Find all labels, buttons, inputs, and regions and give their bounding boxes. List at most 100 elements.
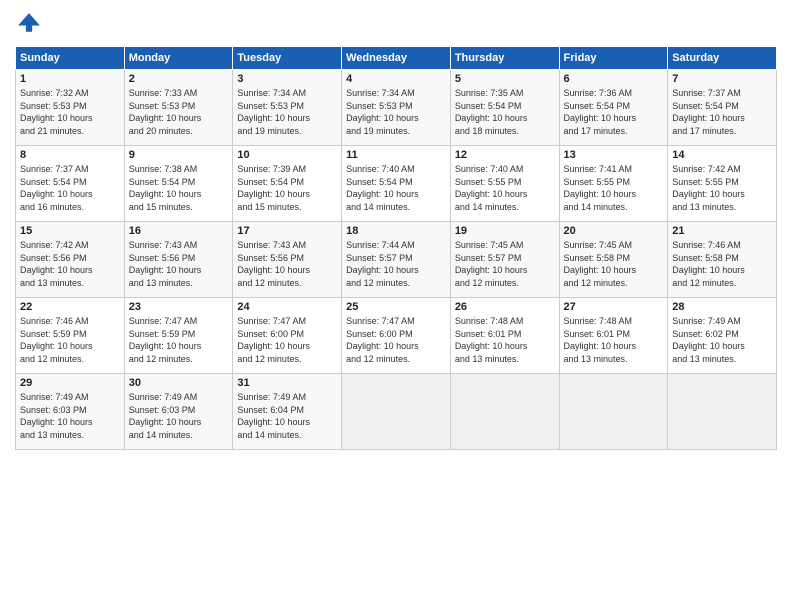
cell-info: Sunrise: 7:48 AM Sunset: 6:01 PM Dayligh… (455, 315, 555, 365)
cell-info: Sunrise: 7:43 AM Sunset: 5:56 PM Dayligh… (237, 239, 337, 289)
calendar-cell: 20 Sunrise: 7:45 AM Sunset: 5:58 PM Dayli… (559, 222, 668, 298)
day-header-thursday: Thursday (450, 47, 559, 70)
calendar-cell: 22Sunrise: 7:46 AM Sunset: 5:59 PM Dayli… (16, 298, 125, 374)
cell-day-number: 27 (564, 301, 664, 313)
day-header-monday: Monday (124, 47, 233, 70)
cell-info: Sunrise: 7:34 AM Sunset: 5:53 PM Dayligh… (237, 87, 337, 137)
calendar-cell (559, 374, 668, 450)
cell-info: Sunrise: 7:49 AM Sunset: 6:04 PM Dayligh… (237, 391, 337, 441)
calendar-week-row: 8Sunrise: 7:37 AM Sunset: 5:54 PM Daylig… (16, 146, 777, 222)
day-header-tuesday: Tuesday (233, 47, 342, 70)
calendar-header-row: SundayMondayTuesdayWednesdayThursdayFrid… (16, 47, 777, 70)
cell-info: Sunrise: 7:42 AM Sunset: 5:56 PM Dayligh… (20, 239, 120, 289)
calendar-cell (450, 374, 559, 450)
cell-info: Sunrise: 7:40 AM Sunset: 5:54 PM Dayligh… (346, 163, 446, 213)
cell-day-number: 18 (346, 225, 446, 237)
calendar-cell: 2 Sunrise: 7:33 AM Sunset: 5:53 PM Daylig… (124, 70, 233, 146)
cell-info: Sunrise: 7:43 AM Sunset: 5:56 PM Dayligh… (129, 239, 229, 289)
calendar-cell: 23Sunrise: 7:47 AM Sunset: 5:59 PM Dayli… (124, 298, 233, 374)
calendar-cell: 5Sunrise: 7:35 AM Sunset: 5:54 PM Daylig… (450, 70, 559, 146)
cell-day-number: 11 (346, 149, 446, 161)
calendar-cell: 7 Sunrise: 7:37 AM Sunset: 5:54 PM Daylig… (668, 70, 777, 146)
calendar-cell: 30Sunrise: 7:49 AM Sunset: 6:03 PM Dayli… (124, 374, 233, 450)
cell-info: Sunrise: 7:34 AM Sunset: 5:53 PM Dayligh… (346, 87, 446, 137)
calendar-cell: 28 Sunrise: 7:49 AM Sunset: 6:02 PM Dayli… (668, 298, 777, 374)
header (15, 10, 777, 38)
cell-info: Sunrise: 7:46 AM Sunset: 5:58 PM Dayligh… (672, 239, 772, 289)
calendar-cell: 27 Sunrise: 7:48 AM Sunset: 6:01 PM Dayli… (559, 298, 668, 374)
calendar-cell: 11 Sunrise: 7:40 AM Sunset: 5:54 PM Dayli… (342, 146, 451, 222)
calendar-cell: 10 Sunrise: 7:39 AM Sunset: 5:54 PM Dayli… (233, 146, 342, 222)
cell-info: Sunrise: 7:33 AM Sunset: 5:53 PM Dayligh… (129, 87, 229, 137)
cell-day-number: 19 (455, 225, 555, 237)
calendar-week-row: 1 Sunrise: 7:32 AM Sunset: 5:53 PM Daylig… (16, 70, 777, 146)
calendar-cell: 31 Sunrise: 7:49 AM Sunset: 6:04 PM Dayli… (233, 374, 342, 450)
calendar-cell: 3 Sunrise: 7:34 AM Sunset: 5:53 PM Daylig… (233, 70, 342, 146)
cell-day-number: 28 (672, 301, 772, 313)
cell-day-number: 4 (346, 73, 446, 85)
cell-info: Sunrise: 7:47 AM Sunset: 5:59 PM Dayligh… (129, 315, 229, 365)
cell-day-number: 17 (237, 225, 337, 237)
cell-day-number: 1 (20, 73, 120, 85)
day-header-friday: Friday (559, 47, 668, 70)
calendar-cell: 24 Sunrise: 7:47 AM Sunset: 6:00 PM Dayli… (233, 298, 342, 374)
logo-icon (15, 10, 43, 38)
cell-info: Sunrise: 7:39 AM Sunset: 5:54 PM Dayligh… (237, 163, 337, 213)
cell-info: Sunrise: 7:45 AM Sunset: 5:58 PM Dayligh… (564, 239, 664, 289)
cell-day-number: 25 (346, 301, 446, 313)
cell-day-number: 26 (455, 301, 555, 313)
cell-day-number: 13 (564, 149, 664, 161)
cell-day-number: 16 (129, 225, 229, 237)
cell-info: Sunrise: 7:40 AM Sunset: 5:55 PM Dayligh… (455, 163, 555, 213)
calendar-week-row: 15 Sunrise: 7:42 AM Sunset: 5:56 PM Dayli… (16, 222, 777, 298)
cell-info: Sunrise: 7:49 AM Sunset: 6:03 PM Dayligh… (20, 391, 120, 441)
cell-info: Sunrise: 7:44 AM Sunset: 5:57 PM Dayligh… (346, 239, 446, 289)
cell-day-number: 14 (672, 149, 772, 161)
cell-day-number: 24 (237, 301, 337, 313)
cell-day-number: 7 (672, 73, 772, 85)
cell-day-number: 15 (20, 225, 120, 237)
calendar-cell: 13 Sunrise: 7:41 AM Sunset: 5:55 PM Dayli… (559, 146, 668, 222)
calendar-cell: 16 Sunrise: 7:43 AM Sunset: 5:56 PM Dayli… (124, 222, 233, 298)
calendar-cell: 25 Sunrise: 7:47 AM Sunset: 6:00 PM Dayli… (342, 298, 451, 374)
cell-day-number: 9 (129, 149, 229, 161)
calendar-cell: 15 Sunrise: 7:42 AM Sunset: 5:56 PM Dayli… (16, 222, 125, 298)
cell-day-number: 31 (237, 377, 337, 389)
cell-info: Sunrise: 7:47 AM Sunset: 6:00 PM Dayligh… (237, 315, 337, 365)
cell-day-number: 21 (672, 225, 772, 237)
calendar-cell: 4 Sunrise: 7:34 AM Sunset: 5:53 PM Daylig… (342, 70, 451, 146)
cell-day-number: 29 (20, 377, 120, 389)
day-header-saturday: Saturday (668, 47, 777, 70)
logo (15, 10, 47, 38)
cell-info: Sunrise: 7:42 AM Sunset: 5:55 PM Dayligh… (672, 163, 772, 213)
cell-info: Sunrise: 7:36 AM Sunset: 5:54 PM Dayligh… (564, 87, 664, 137)
cell-info: Sunrise: 7:41 AM Sunset: 5:55 PM Dayligh… (564, 163, 664, 213)
cell-info: Sunrise: 7:49 AM Sunset: 6:02 PM Dayligh… (672, 315, 772, 365)
calendar-cell: 1 Sunrise: 7:32 AM Sunset: 5:53 PM Daylig… (16, 70, 125, 146)
cell-info: Sunrise: 7:32 AM Sunset: 5:53 PM Dayligh… (20, 87, 120, 137)
calendar-cell: 14 Sunrise: 7:42 AM Sunset: 5:55 PM Dayli… (668, 146, 777, 222)
calendar-cell: 8Sunrise: 7:37 AM Sunset: 5:54 PM Daylig… (16, 146, 125, 222)
cell-day-number: 10 (237, 149, 337, 161)
day-header-sunday: Sunday (16, 47, 125, 70)
cell-day-number: 3 (237, 73, 337, 85)
cell-info: Sunrise: 7:47 AM Sunset: 6:00 PM Dayligh… (346, 315, 446, 365)
cell-info: Sunrise: 7:48 AM Sunset: 6:01 PM Dayligh… (564, 315, 664, 365)
cell-info: Sunrise: 7:37 AM Sunset: 5:54 PM Dayligh… (672, 87, 772, 137)
calendar-week-row: 29 Sunrise: 7:49 AM Sunset: 6:03 PM Dayli… (16, 374, 777, 450)
calendar-cell: 17 Sunrise: 7:43 AM Sunset: 5:56 PM Dayli… (233, 222, 342, 298)
calendar-cell: 18 Sunrise: 7:44 AM Sunset: 5:57 PM Dayli… (342, 222, 451, 298)
calendar-cell: 6Sunrise: 7:36 AM Sunset: 5:54 PM Daylig… (559, 70, 668, 146)
calendar-cell: 9Sunrise: 7:38 AM Sunset: 5:54 PM Daylig… (124, 146, 233, 222)
cell-info: Sunrise: 7:45 AM Sunset: 5:57 PM Dayligh… (455, 239, 555, 289)
cell-day-number: 20 (564, 225, 664, 237)
calendar-cell: 21 Sunrise: 7:46 AM Sunset: 5:58 PM Dayli… (668, 222, 777, 298)
calendar-cell (342, 374, 451, 450)
cell-info: Sunrise: 7:37 AM Sunset: 5:54 PM Dayligh… (20, 163, 120, 213)
calendar-cell: 26 Sunrise: 7:48 AM Sunset: 6:01 PM Dayli… (450, 298, 559, 374)
calendar-week-row: 22Sunrise: 7:46 AM Sunset: 5:59 PM Dayli… (16, 298, 777, 374)
calendar-cell: 19 Sunrise: 7:45 AM Sunset: 5:57 PM Dayli… (450, 222, 559, 298)
calendar-page: SundayMondayTuesdayWednesdayThursdayFrid… (0, 0, 792, 612)
cell-day-number: 2 (129, 73, 229, 85)
day-header-wednesday: Wednesday (342, 47, 451, 70)
